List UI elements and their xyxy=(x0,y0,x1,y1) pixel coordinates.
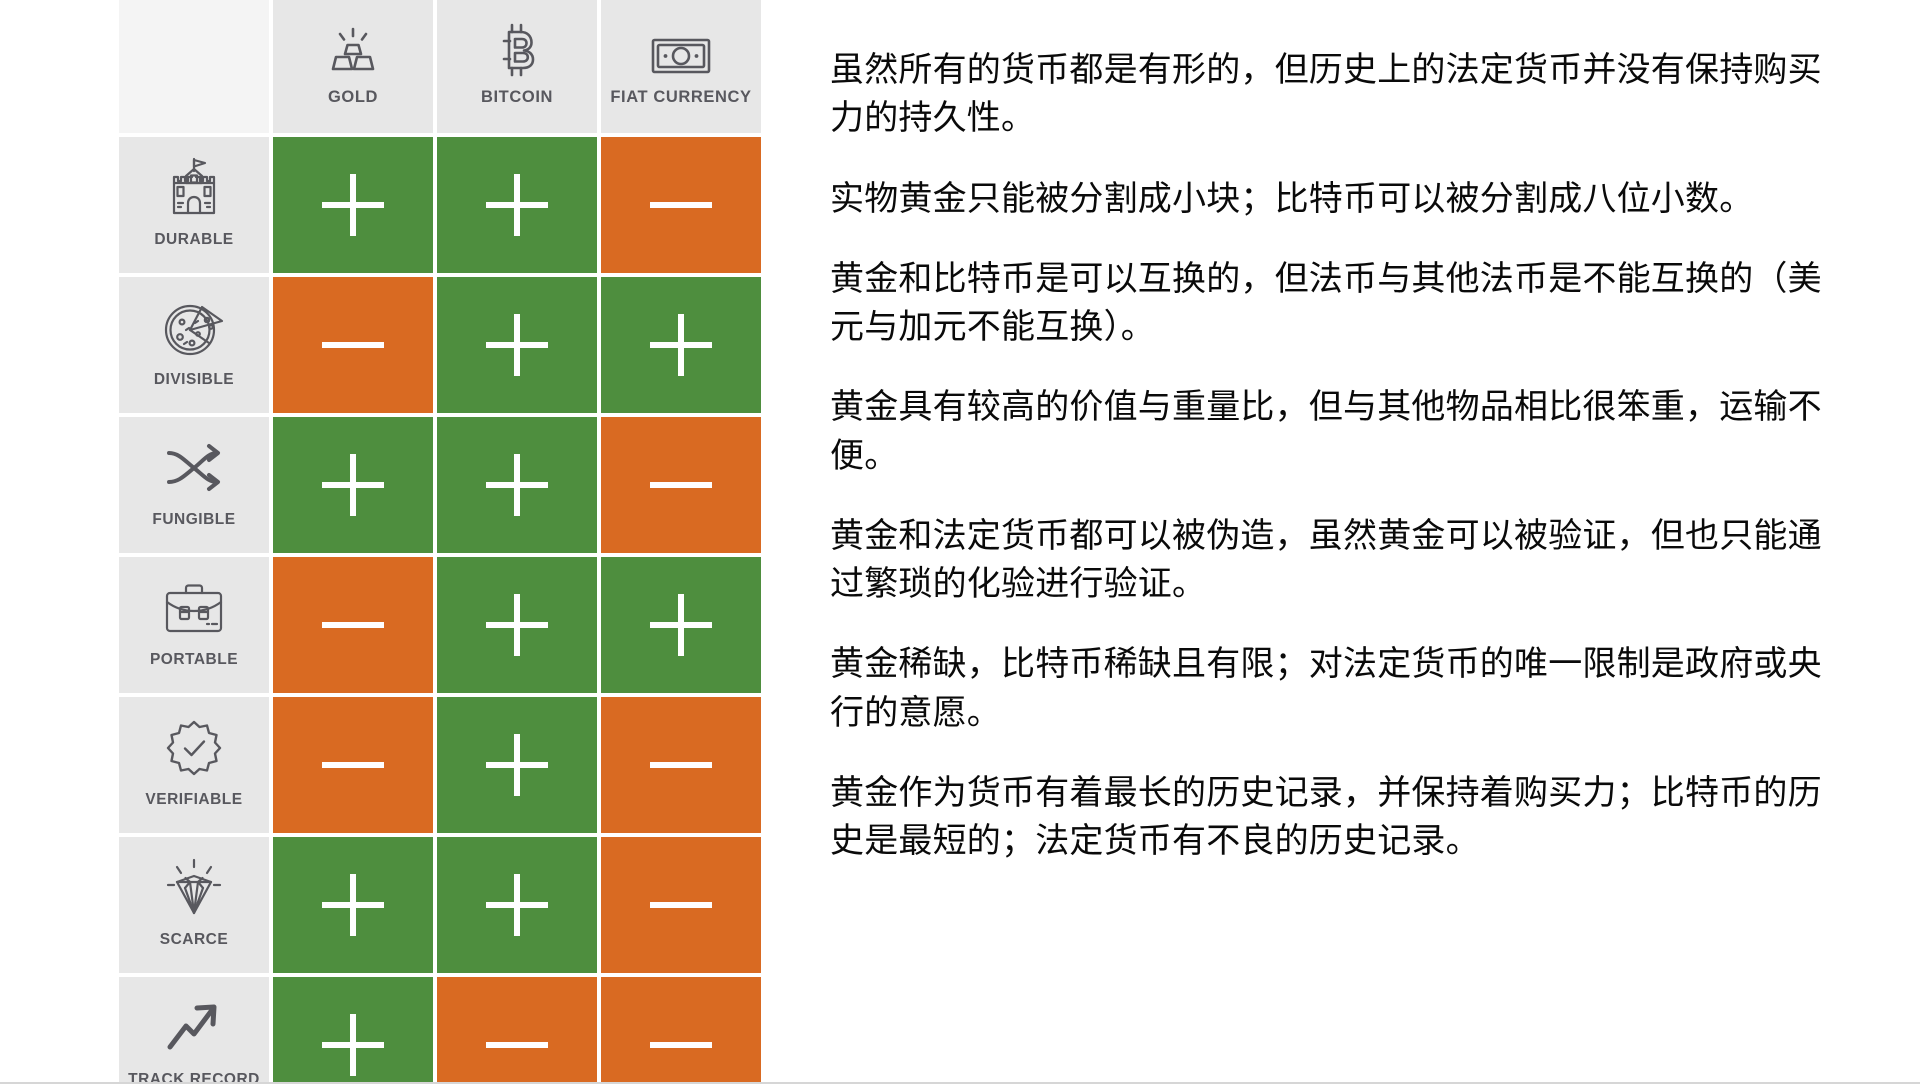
matrix-cell-track-record-gold xyxy=(273,977,433,1084)
commentary-panel: 虽然所有的货币都是有形的，但历史上的法定货币并没有保持购买力的持久性。 实物黄金… xyxy=(830,46,1850,865)
matrix-cell-scarce-bitcoin xyxy=(437,837,597,973)
minus-icon xyxy=(322,594,384,656)
row-header-divisible: DIVISIBLE xyxy=(119,277,269,413)
plus-icon xyxy=(486,734,548,796)
minus-icon xyxy=(650,874,712,936)
minus-icon xyxy=(650,734,712,796)
plus-icon xyxy=(486,174,548,236)
matrix-cell-fungible-fiat xyxy=(601,417,761,553)
castle-icon xyxy=(161,152,227,224)
plus-icon xyxy=(650,594,712,656)
plus-icon xyxy=(322,1014,384,1076)
matrix-cell-track-record-bitcoin xyxy=(437,977,597,1084)
diamond-icon xyxy=(161,852,227,924)
comparison-matrix: GOLD BITCOIN FIAT CURRENCY DURABLE DIVIS… xyxy=(119,0,761,1084)
commentary-paragraph-2: 实物黄金只能被分割成小块；比特币可以被分割成八位小数。 xyxy=(830,178,1754,219)
matrix-cell-fungible-bitcoin xyxy=(437,417,597,553)
matrix-cell-divisible-fiat xyxy=(601,277,761,413)
pizza-slice-icon xyxy=(162,292,226,364)
matrix-cell-scarce-gold xyxy=(273,837,433,973)
column-header-bitcoin-label: BITCOIN xyxy=(480,88,554,107)
minus-icon xyxy=(650,454,712,516)
minus-icon xyxy=(486,1014,548,1076)
matrix-cell-divisible-bitcoin xyxy=(437,277,597,413)
matrix-cell-track-record-fiat xyxy=(601,977,761,1084)
minus-icon xyxy=(650,174,712,236)
row-header-fungible: FUNGIBLE xyxy=(119,417,269,553)
verified-badge-icon xyxy=(165,712,223,784)
plus-icon xyxy=(322,874,384,936)
matrix-cell-portable-gold xyxy=(273,557,433,693)
row-header-durable-label: DURABLE xyxy=(154,231,234,249)
column-header-gold: GOLD xyxy=(273,0,433,133)
matrix-cell-durable-gold xyxy=(273,137,433,273)
comparison-matrix-panel: GOLD BITCOIN FIAT CURRENCY DURABLE DIVIS… xyxy=(119,0,761,1084)
matrix-cell-scarce-fiat xyxy=(601,837,761,973)
plus-icon xyxy=(650,314,712,376)
commentary-paragraph-5: 黄金和法定货币都可以被伪造，虽然黄金可以被验证，但也只能通过繁琐的化验进行验证。 xyxy=(830,515,1822,605)
column-header-gold-label: GOLD xyxy=(327,88,379,107)
matrix-cell-portable-bitcoin xyxy=(437,557,597,693)
column-header-fiat-currency-label: FIAT CURRENCY xyxy=(610,88,752,107)
row-header-portable-label: PORTABLE xyxy=(149,651,239,669)
commentary-paragraph-7: 黄金作为货币有着最长的历史记录，并保持着购买力；比特币的历史是最短的；法定货币有… xyxy=(830,772,1822,862)
plus-icon xyxy=(486,874,548,936)
commentary-paragraph-1: 虽然所有的货币都是有形的，但历史上的法定货币并没有保持购买力的持久性。 xyxy=(830,50,1822,139)
row-header-verifiable: VERIFIABLE xyxy=(119,697,269,833)
matrix-corner-cell xyxy=(119,0,269,133)
page-root: GOLD BITCOIN FIAT CURRENCY DURABLE DIVIS… xyxy=(0,0,1920,1084)
row-header-fungible-label: FUNGIBLE xyxy=(152,511,236,529)
minus-icon xyxy=(650,1014,712,1076)
commentary-paragraph-3: 黄金和比特币是可以互换的，但法币与其他法币是不能互换的（美元与加元不能互换）。 xyxy=(830,258,1822,348)
column-header-bitcoin: BITCOIN xyxy=(437,0,597,133)
matrix-cell-verifiable-fiat xyxy=(601,697,761,833)
trend-up-arrow-icon xyxy=(164,992,224,1064)
row-header-verifiable-label: VERIFIABLE xyxy=(145,791,243,809)
minus-icon xyxy=(322,734,384,796)
row-header-track-record: TRACK RECORD xyxy=(119,977,269,1084)
plus-icon xyxy=(322,174,384,236)
minus-icon xyxy=(322,314,384,376)
bitcoin-icon xyxy=(495,21,539,77)
matrix-cell-portable-fiat xyxy=(601,557,761,693)
gold-bars-icon xyxy=(325,21,381,77)
row-header-divisible-label: DIVISIBLE xyxy=(153,371,235,389)
briefcase-icon xyxy=(161,572,227,644)
matrix-cell-verifiable-gold xyxy=(273,697,433,833)
matrix-cell-durable-bitcoin xyxy=(437,137,597,273)
row-header-portable: PORTABLE xyxy=(119,557,269,693)
commentary-paragraph-4: 黄金具有较高的价值与重量比，但与其他物品相比很笨重，运输不便。 xyxy=(830,387,1822,476)
plus-icon xyxy=(486,454,548,516)
matrix-cell-fungible-gold xyxy=(273,417,433,553)
plus-icon xyxy=(486,314,548,376)
commentary-paragraph-6: 黄金稀缺，比特币稀缺且有限；对法定货币的唯一限制是政府或央行的意愿。 xyxy=(830,644,1822,733)
matrix-cell-durable-fiat xyxy=(601,137,761,273)
plus-icon xyxy=(486,594,548,656)
plus-icon xyxy=(322,454,384,516)
row-header-scarce: SCARCE xyxy=(119,837,269,973)
banknote-icon xyxy=(650,21,712,77)
shuffle-arrows-icon xyxy=(163,432,225,504)
row-header-scarce-label: SCARCE xyxy=(159,931,229,949)
matrix-cell-verifiable-bitcoin xyxy=(437,697,597,833)
column-header-fiat-currency: FIAT CURRENCY xyxy=(601,0,761,133)
row-header-durable: DURABLE xyxy=(119,137,269,273)
matrix-cell-divisible-gold xyxy=(273,277,433,413)
